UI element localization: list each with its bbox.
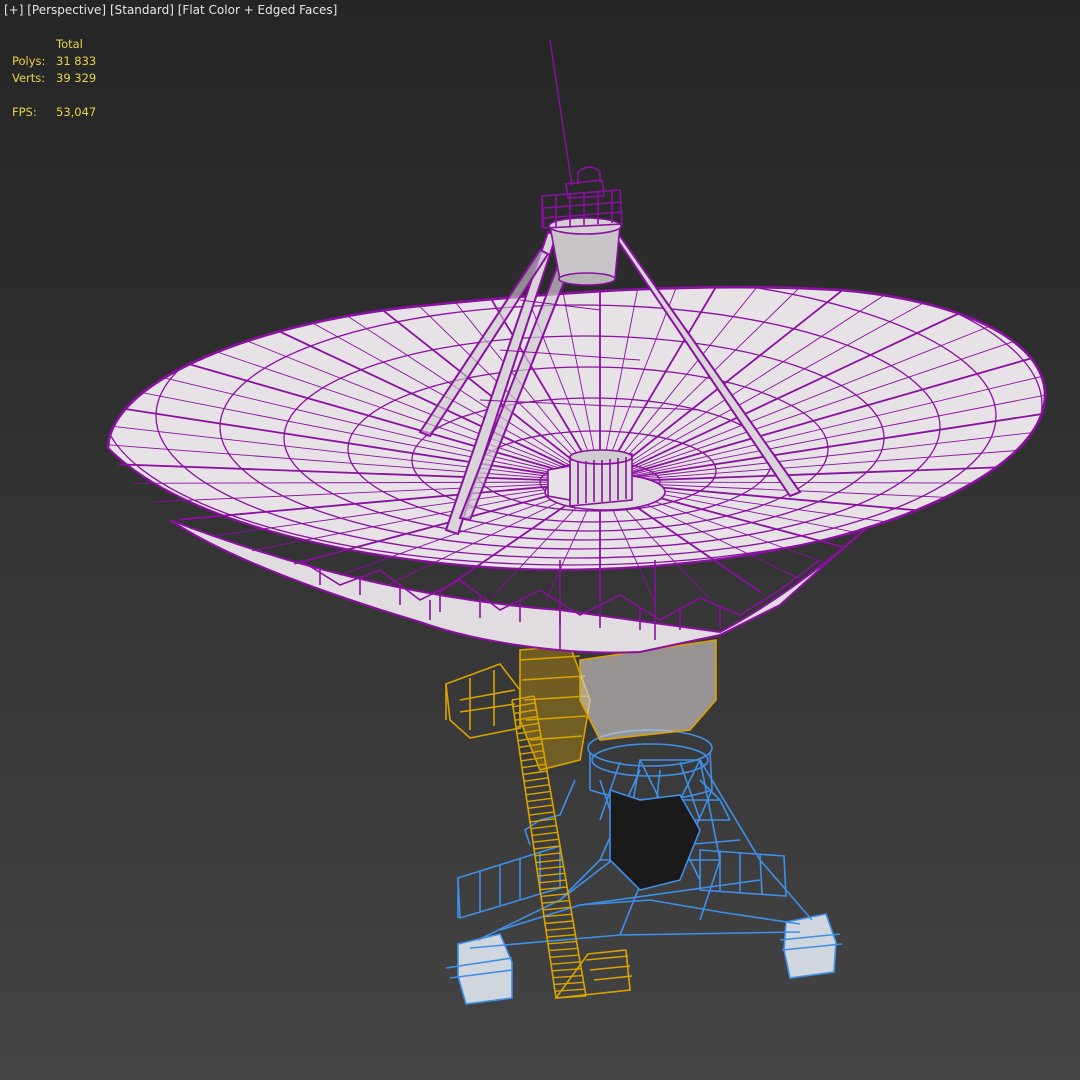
stair-step bbox=[553, 981, 584, 986]
stair-step bbox=[544, 920, 574, 925]
stair-step bbox=[522, 770, 548, 776]
stair-step bbox=[549, 954, 579, 959]
stair-step bbox=[545, 927, 575, 931]
stair-step bbox=[538, 879, 566, 884]
stair-step bbox=[550, 961, 581, 965]
base-structure bbox=[445, 729, 843, 1005]
stair-step bbox=[526, 797, 552, 803]
stair-step bbox=[524, 783, 550, 789]
stair-step bbox=[531, 831, 558, 837]
stair-step bbox=[532, 838, 559, 843]
stair-step bbox=[552, 974, 583, 979]
base-foot-right bbox=[779, 913, 843, 979]
stair-step bbox=[530, 824, 557, 830]
stair-step bbox=[554, 988, 585, 992]
stair-step bbox=[527, 804, 554, 810]
stair-step bbox=[525, 790, 551, 796]
radio-telescope-model[interactable] bbox=[0, 0, 1080, 1080]
stair-step bbox=[555, 995, 587, 999]
feed-cabin bbox=[541, 39, 623, 286]
stair-step bbox=[546, 933, 576, 938]
stair-step bbox=[523, 777, 549, 782]
stair-step bbox=[548, 947, 578, 952]
stair-step bbox=[528, 811, 555, 816]
perspective-viewport[interactable]: [+] [Perspective] [Standard] [Flat Color… bbox=[0, 0, 1080, 1080]
stair-step bbox=[547, 940, 577, 945]
